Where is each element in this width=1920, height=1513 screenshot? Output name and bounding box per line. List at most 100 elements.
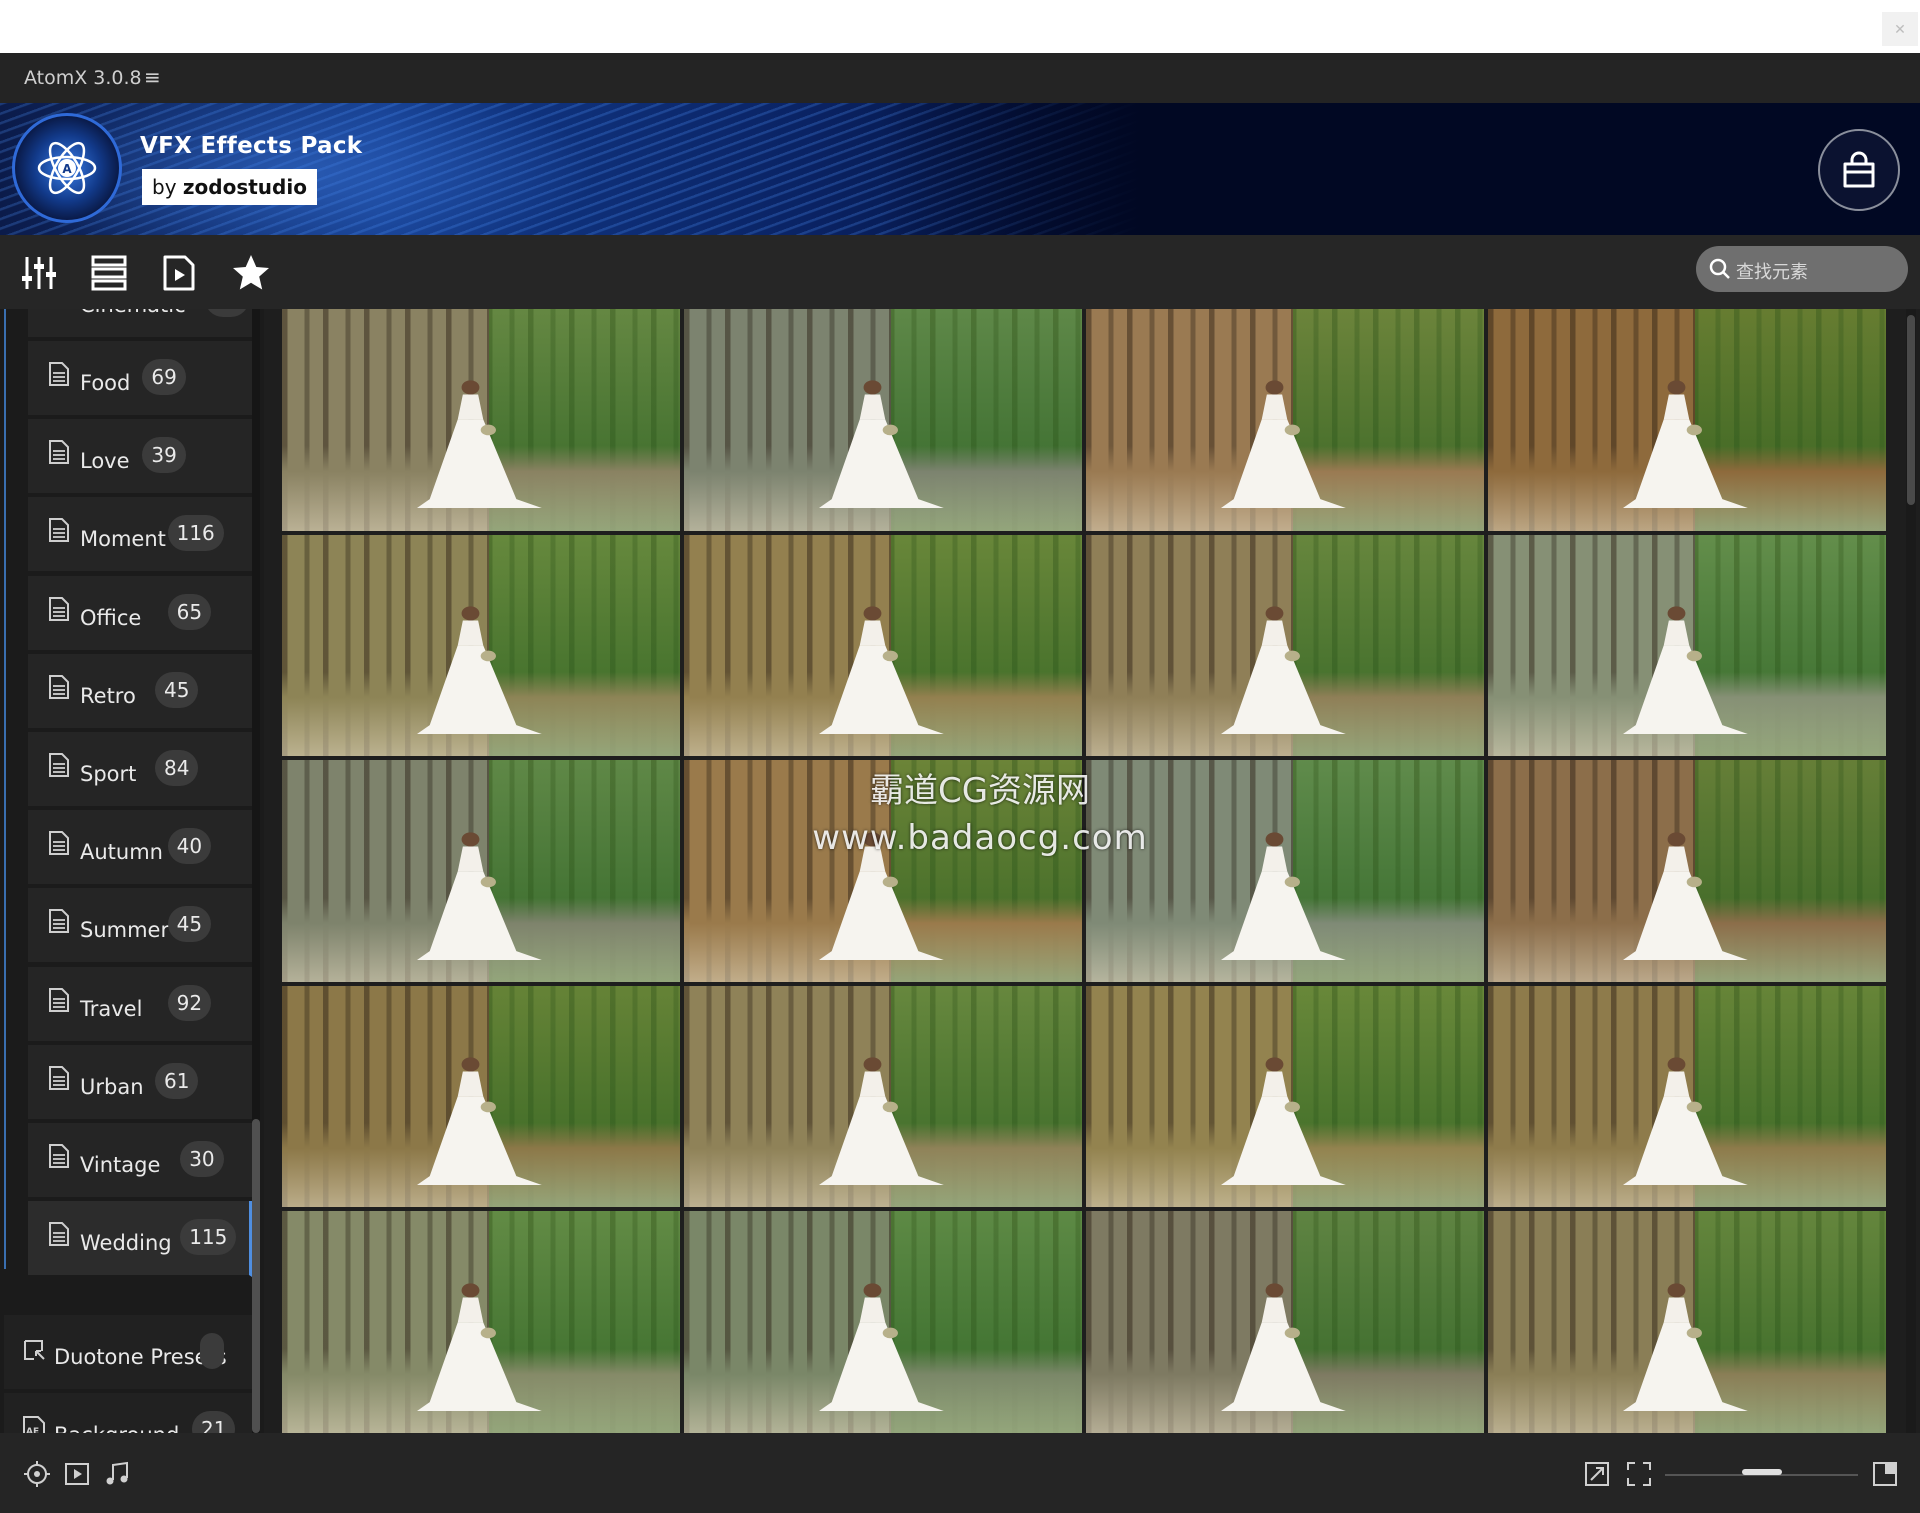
search-box[interactable]: 查找元素	[1696, 246, 1908, 292]
sidebar-group-background[interactable]: AE Background 21	[4, 1393, 252, 1433]
count-badge: 21	[192, 1411, 236, 1433]
preset-thumbnail[interactable]	[282, 1211, 680, 1433]
preset-thumbnail[interactable]	[1488, 985, 1886, 1208]
toolbar: 查找元素	[0, 235, 1920, 309]
sidebar-item-wedding[interactable]: Wedding 115	[28, 1201, 252, 1278]
preset-thumbnail[interactable]	[1488, 760, 1886, 982]
preset-thumbnail-grid	[282, 309, 1886, 1433]
banner-fade	[880, 103, 1920, 235]
sidebar-item-vintage[interactable]: Vintage 30	[28, 1123, 252, 1199]
document-icon	[48, 361, 70, 392]
preset-thumbnail[interactable]	[1086, 534, 1484, 757]
bride-figure	[819, 1052, 946, 1186]
preset-thumbnail[interactable]	[684, 1211, 1082, 1433]
sidebar-item-label: Autumn	[80, 840, 163, 865]
sidebar-item-label: Urban	[80, 1074, 144, 1099]
preset-thumbnail[interactable]	[684, 534, 1082, 757]
preset-thumbnail[interactable]	[1086, 985, 1484, 1208]
document-icon	[48, 1065, 70, 1096]
star-icon[interactable]	[230, 253, 272, 293]
author-tag[interactable]: by zodostudio	[142, 169, 317, 205]
status-bar	[0, 1433, 1920, 1513]
grid-scroll-thumb[interactable]	[1907, 315, 1915, 505]
count-badge: 65	[167, 593, 212, 630]
count-badge: 45	[167, 906, 212, 943]
resize-icon[interactable]	[1580, 1457, 1614, 1491]
sidebar-item-moment[interactable]: Moment 116	[28, 497, 252, 574]
preset-thumbnail[interactable]	[1488, 1211, 1886, 1433]
sidebar-item-label: Moment	[80, 527, 166, 552]
sidebar-item-autumn[interactable]: Autumn 40	[28, 810, 252, 887]
svg-text:A: A	[62, 162, 72, 176]
sidebar-item-love[interactable]: Love 39	[28, 419, 252, 496]
bride-figure	[417, 375, 544, 509]
sidebar-item-retro[interactable]: Retro 45	[28, 653, 252, 730]
close-button[interactable]: ✕	[1882, 12, 1918, 46]
sidebar-item-food[interactable]: Food 69	[28, 341, 252, 417]
sidebar-item-travel[interactable]: Travel 92	[28, 966, 252, 1043]
preset-thumbnail[interactable]	[282, 534, 680, 757]
preset-thumbnail[interactable]	[684, 985, 1082, 1208]
watermark-line-1: 霸道CG资源网	[869, 771, 1091, 811]
document-icon	[48, 987, 70, 1018]
preset-thumbnail[interactable]	[282, 760, 680, 982]
grid-scrollbar[interactable]	[1906, 309, 1916, 1433]
sidebar-item-office[interactable]: Office 65	[28, 575, 252, 652]
sidebar-group-label: Background	[54, 1423, 179, 1433]
sidebar-item-sport[interactable]: Sport 84	[28, 732, 252, 808]
bride-figure	[417, 601, 544, 735]
app-title: AtomX 3.0.8	[24, 67, 142, 89]
bride-figure	[819, 375, 946, 509]
sidebar-item-label: Office	[80, 605, 142, 630]
top-strip: ✕	[0, 0, 1920, 53]
sidebar-scroll-thumb[interactable]	[252, 1119, 260, 1433]
document-icon	[48, 830, 70, 861]
atom-icon: A	[37, 141, 97, 195]
atomx-logo: A	[12, 113, 122, 223]
video-icon[interactable]	[60, 1457, 94, 1491]
fullscreen-icon[interactable]	[1622, 1457, 1656, 1491]
sidebar-item-cinematic[interactable]: Cinematic 45	[28, 309, 252, 339]
preset-thumbnail[interactable]	[1086, 309, 1484, 531]
sidebar-item-label: Love	[80, 449, 130, 474]
preset-thumbnail[interactable]	[684, 309, 1082, 531]
video-file-icon[interactable]	[158, 253, 200, 293]
list-view-icon[interactable]	[88, 253, 130, 293]
document-icon	[48, 908, 70, 939]
count-badge: 45	[155, 671, 199, 708]
music-note-icon[interactable]	[100, 1457, 134, 1491]
product-title: VFX Effects Pack	[140, 133, 363, 159]
zoom-slider-handle[interactable]	[1741, 1469, 1782, 1475]
sliders-icon[interactable]	[18, 253, 60, 293]
preset-thumbnail[interactable]	[282, 309, 680, 531]
bride-figure	[1221, 601, 1348, 735]
bride-figure	[819, 601, 946, 735]
watermark: 霸道CG资源网 www.badaocg.com	[700, 763, 1260, 858]
sidebar-item-urban[interactable]: Urban 61	[28, 1044, 252, 1121]
sidebar-item-summer[interactable]: Summer 45	[28, 888, 252, 965]
count-badge: 69	[142, 359, 186, 395]
window-layout-icon[interactable]	[1868, 1457, 1902, 1491]
count-badge: 30	[180, 1141, 224, 1177]
hamburger-icon[interactable]: ≡	[144, 65, 161, 89]
preset-thumbnail[interactable]	[282, 985, 680, 1208]
sidebar-item-label: Sport	[80, 762, 137, 786]
shop-button[interactable]	[1818, 129, 1900, 211]
sidebar-item-label: Retro	[80, 683, 136, 708]
preset-thumbnail[interactable]	[1086, 1211, 1484, 1433]
target-icon[interactable]	[20, 1457, 54, 1491]
count-badge	[200, 1333, 224, 1369]
bride-figure	[1221, 1278, 1348, 1411]
bride-figure	[1623, 827, 1750, 960]
bride-figure	[819, 1278, 946, 1411]
preset-thumbnail[interactable]	[1488, 309, 1886, 531]
bride-figure	[1623, 1052, 1750, 1186]
sidebar-group-duotone-presets[interactable]: Duotone Presets	[4, 1315, 252, 1391]
preset-thumbnail[interactable]	[1488, 534, 1886, 757]
search-input[interactable]: 查找元素	[1736, 258, 1808, 284]
sidebar-item-label: Summer	[80, 918, 170, 943]
bride-figure	[417, 1052, 544, 1186]
count-badge: 115	[180, 1219, 237, 1256]
count-badge: 40	[167, 828, 212, 865]
document-icon	[48, 674, 70, 705]
